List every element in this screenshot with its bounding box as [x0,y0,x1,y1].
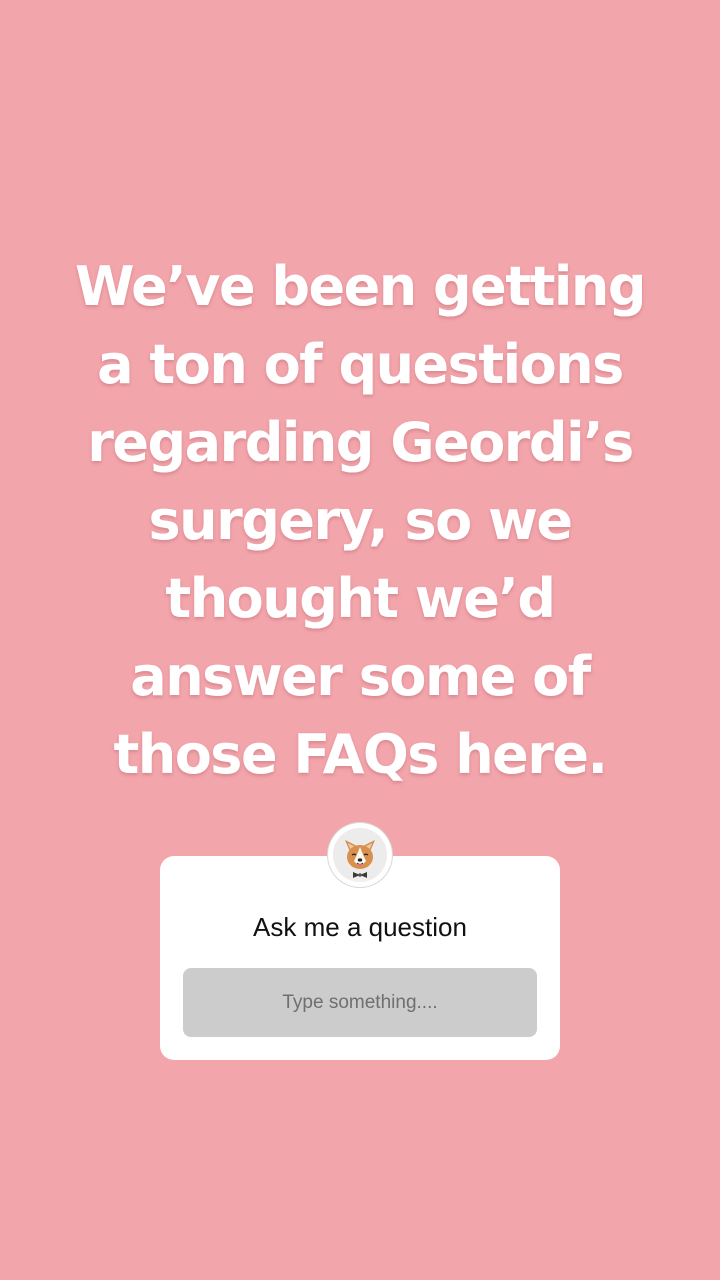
story-text-line: We’ve been getting [74,255,647,318]
story-text-line: regarding Geordi’s [87,411,634,474]
question-sticker-title: Ask me a question [253,912,467,942]
story-text-line: surgery, so we [148,489,574,552]
question-input[interactable]: Type something.... [183,968,537,1037]
story-text: We’ve been getting a ton of questions re… [40,248,680,794]
story-text-line: a ton of questions [97,333,624,396]
story-text-line: those FAQs here. [113,723,608,786]
corgi-avatar-icon [333,828,387,882]
story-text-line: answer some of [130,645,591,708]
story-text-line: thought we’d [165,567,556,630]
avatar [328,823,392,887]
